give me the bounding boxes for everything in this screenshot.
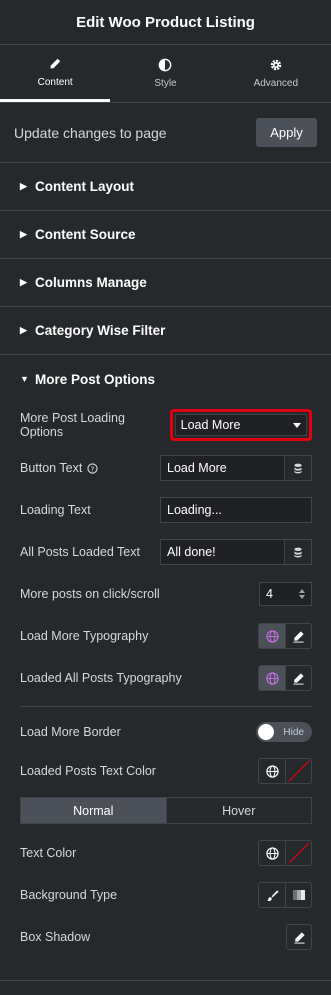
section-columns-manage[interactable]: ▶ Columns Manage	[0, 259, 331, 307]
control-loading-options: More Post Loading Options Load More	[20, 403, 312, 447]
posts-number-input[interactable]: 4	[259, 582, 312, 606]
caret-right-icon: ▶	[20, 181, 27, 191]
section-bottom-divider	[0, 980, 331, 981]
control-lm-typography: Load More Typography	[20, 615, 312, 657]
section-title: Category Wise Filter	[35, 323, 166, 338]
caret-right-icon: ▶	[20, 325, 27, 335]
caret-right-icon: ▶	[20, 229, 27, 239]
control-label: Loaded All Posts Typography	[20, 671, 182, 685]
tab-style[interactable]: Style	[110, 45, 220, 102]
control-all-loaded: All Posts Loaded Text All done!	[20, 531, 312, 573]
control-label: Load More Border	[20, 725, 121, 739]
database-icon	[294, 463, 302, 473]
section-title: More Post Options	[35, 371, 156, 387]
tab-label: Advanced	[253, 78, 299, 89]
color-swatch-empty[interactable]	[285, 841, 311, 865]
chevron-down-icon	[293, 422, 301, 428]
control-label: Load More Typography	[20, 629, 149, 643]
dynamic-tags-button[interactable]	[285, 455, 312, 481]
control-box-shadow: Box Shadow	[20, 916, 312, 958]
update-bar: Update changes to page Apply	[0, 103, 331, 163]
control-lp-text-color: Loaded Posts Text Color	[20, 750, 312, 792]
toggle-knob	[258, 724, 274, 740]
typography-controls	[258, 623, 312, 649]
globe-icon[interactable]	[259, 624, 285, 648]
tab-advanced[interactable]: Advanced	[221, 45, 331, 102]
brush-icon[interactable]	[259, 883, 285, 907]
number-value: 4	[266, 587, 273, 601]
control-loading-text: Loading Text Loading...	[20, 489, 312, 531]
pencil-icon[interactable]	[285, 624, 311, 648]
control-label: More Post Loading Options	[20, 411, 125, 439]
panel-header: Edit Woo Product Listing	[0, 0, 331, 45]
all-loaded-input[interactable]: All done!	[160, 539, 285, 565]
color-controls	[258, 758, 312, 784]
globe-icon[interactable]	[259, 759, 285, 783]
pencil-icon[interactable]	[285, 666, 311, 690]
color-controls	[258, 840, 312, 866]
globe-icon[interactable]	[259, 666, 285, 690]
caret-down-icon: ▼	[20, 374, 29, 384]
apply-button[interactable]: Apply	[256, 118, 317, 147]
section-title: Columns Manage	[35, 275, 147, 290]
control-bg-type: Background Type	[20, 874, 312, 916]
svg-text:?: ?	[91, 464, 95, 473]
control-label: Text Color	[20, 846, 77, 860]
control-label: Background Type	[20, 888, 118, 902]
border-toggle[interactable]: Hide	[256, 722, 312, 742]
loading-options-select[interactable]: Load More	[174, 414, 307, 436]
database-icon	[294, 547, 302, 557]
help-icon: ?	[87, 462, 98, 474]
tab-label: Content	[37, 76, 73, 88]
tab-normal[interactable]: Normal	[21, 798, 166, 823]
select-value: Load More	[180, 418, 241, 432]
color-swatch-empty[interactable]	[285, 759, 311, 783]
highlight-frame: Load More	[169, 409, 312, 441]
control-text-color: Text Color	[20, 832, 312, 874]
globe-icon[interactable]	[259, 841, 285, 865]
control-label: Button Text ?	[20, 461, 98, 475]
gear-icon	[270, 59, 282, 71]
control-label: More posts on click/scroll	[20, 587, 160, 601]
control-posts-click: More posts on click/scroll 4	[20, 573, 312, 615]
state-tabs: Normal Hover	[20, 797, 312, 824]
control-lm-border: Load More Border Hide	[20, 714, 312, 750]
control-label: Loaded Posts Text Color	[20, 764, 156, 778]
typography-controls	[258, 665, 312, 691]
section-content-source[interactable]: ▶ Content Source	[0, 211, 331, 259]
tab-label: Style	[154, 78, 177, 89]
bg-type-choices	[258, 882, 312, 908]
divider	[20, 706, 312, 707]
section-title: Content Source	[35, 227, 136, 242]
pencil-icon	[50, 58, 61, 68]
panel-tabs: Content Style Advanced	[0, 45, 331, 103]
caret-right-icon: ▶	[20, 277, 27, 287]
box-shadow-edit-button[interactable]	[286, 924, 312, 950]
control-label: Box Shadow	[20, 930, 91, 944]
half-circle-icon	[159, 58, 172, 72]
control-label: Loading Text	[20, 503, 91, 517]
button-text-label: Button Text	[20, 461, 83, 475]
toggle-label: Hide	[283, 726, 304, 738]
dynamic-tags-button[interactable]	[285, 539, 312, 565]
pencil-icon	[293, 931, 305, 944]
section-content-layout[interactable]: ▶ Content Layout	[0, 163, 331, 211]
button-text-input[interactable]: Load More	[160, 455, 285, 481]
control-la-typography: Loaded All Posts Typography	[20, 657, 312, 699]
panel-title: Edit Woo Product Listing	[76, 13, 255, 31]
button-text-group: Load More	[160, 455, 312, 481]
control-button-text: Button Text ? Load More	[20, 447, 312, 489]
gradient-icon[interactable]	[285, 883, 311, 907]
tab-hover[interactable]: Hover	[165, 798, 312, 823]
more-post-controls: More Post Loading Options Load More Butt…	[0, 403, 331, 958]
tab-content[interactable]: Content	[0, 45, 111, 102]
section-more-post-options[interactable]: ▼ More Post Options	[0, 355, 331, 403]
control-label: All Posts Loaded Text	[20, 545, 140, 559]
section-title: Content Layout	[35, 179, 134, 194]
section-category-filter[interactable]: ▶ Category Wise Filter	[0, 307, 331, 355]
all-loaded-group: All done!	[160, 539, 312, 565]
update-text: Update changes to page	[14, 124, 167, 141]
spinner-icon[interactable]	[299, 589, 305, 599]
loading-text-input[interactable]: Loading...	[160, 497, 312, 523]
